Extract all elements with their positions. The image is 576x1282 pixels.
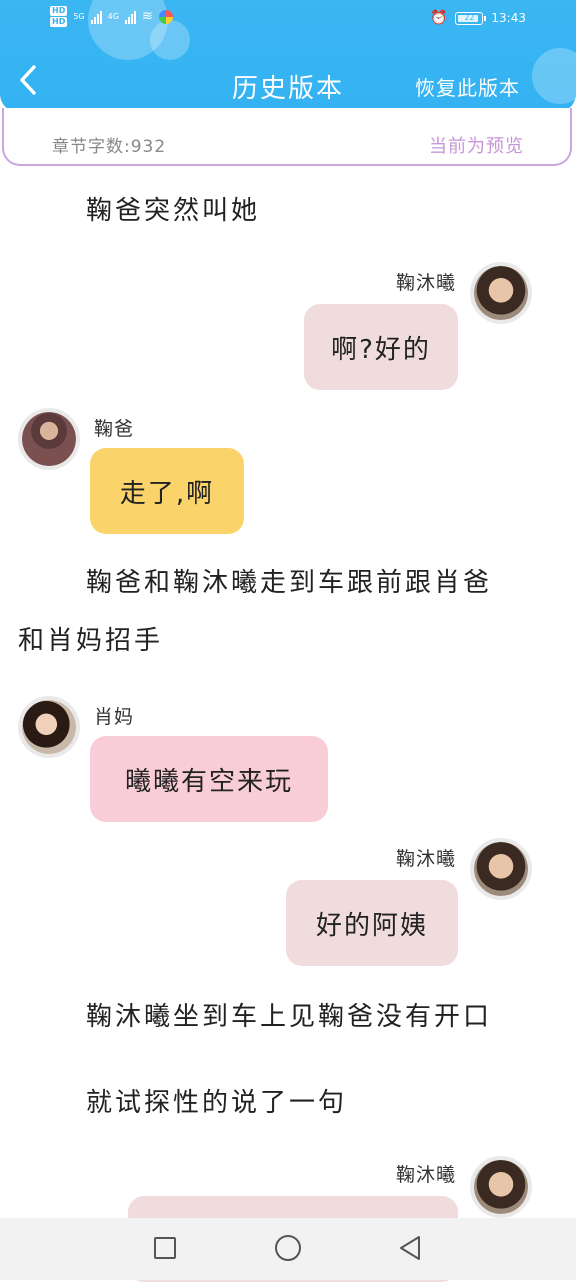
avatar-jumuxi[interactable] <box>470 1156 532 1218</box>
speaker-name: 鞠爸 <box>94 418 135 440</box>
chat-bubble: 走了,啊 <box>90 448 244 534</box>
status-bar-left: HD HD 5G 4G ≋ <box>50 6 173 27</box>
battery-level: 22 <box>464 12 475 22</box>
narration-4: 就试探性的说了一句 <box>86 1088 348 1118</box>
chat-bubble: 好的阿姨 <box>286 880 458 966</box>
speaker-name: 鞠沐曦 <box>395 272 456 294</box>
avatar-jubaba[interactable] <box>18 408 80 470</box>
recent-apps-icon[interactable] <box>153 1236 177 1264</box>
hd-badge-1: HD <box>50 6 68 16</box>
home-icon[interactable] <box>274 1234 302 1266</box>
chat-bubble: 曦曦有空来玩 <box>90 736 328 822</box>
narration-2-line1: 鞠爸和鞠沐曦走到车跟前跟肖爸 <box>86 568 493 598</box>
avatar-jumuxi[interactable] <box>470 262 532 324</box>
clock: 13:43 <box>491 11 526 25</box>
avatar-jumuxi[interactable] <box>470 838 532 900</box>
network-gen-1: 5G <box>73 12 85 21</box>
app-header: HD HD 5G 4G ≋ ⏰ 22 13:43 历史版本 恢复此版本 <box>0 0 576 112</box>
restore-version-button[interactable]: 恢复此版本 <box>415 72 520 101</box>
status-bar-right: ⏰ 22 13:43 <box>430 10 526 26</box>
narration-3: 鞠沐曦坐到车上见鞠爸没有开口 <box>86 1002 493 1032</box>
battery-icon: 22 <box>455 11 487 25</box>
hd-badge-2: HD <box>50 17 68 27</box>
word-count: 章节字数:932 <box>52 137 167 157</box>
speaker-name: 鞠沐曦 <box>395 848 456 870</box>
network-hd-indicator: HD HD <box>50 6 68 27</box>
back-icon[interactable] <box>398 1235 422 1265</box>
speaker-name: 肖妈 <box>94 706 135 728</box>
narration-1: 鞠爸突然叫她 <box>86 196 261 226</box>
speaker-name: 鞠沐曦 <box>395 1164 456 1186</box>
narration-2-line2: 和肖妈招手 <box>18 626 164 656</box>
chat-bubble: 啊?好的 <box>304 304 458 390</box>
signal-icon <box>90 10 102 24</box>
alarm-icon: ⏰ <box>429 10 448 26</box>
signal-icon <box>124 10 136 24</box>
app-notification-icon <box>158 9 173 24</box>
wifi-icon: ≋ <box>141 9 153 24</box>
network-gen-2: 4G <box>107 12 119 21</box>
system-nav-bar <box>0 1218 576 1280</box>
chapter-info-bar: 章节字数:932 当前为预览 <box>2 108 572 166</box>
avatar-xiaoma[interactable] <box>18 696 80 758</box>
preview-status: 当前为预览 <box>429 136 524 157</box>
